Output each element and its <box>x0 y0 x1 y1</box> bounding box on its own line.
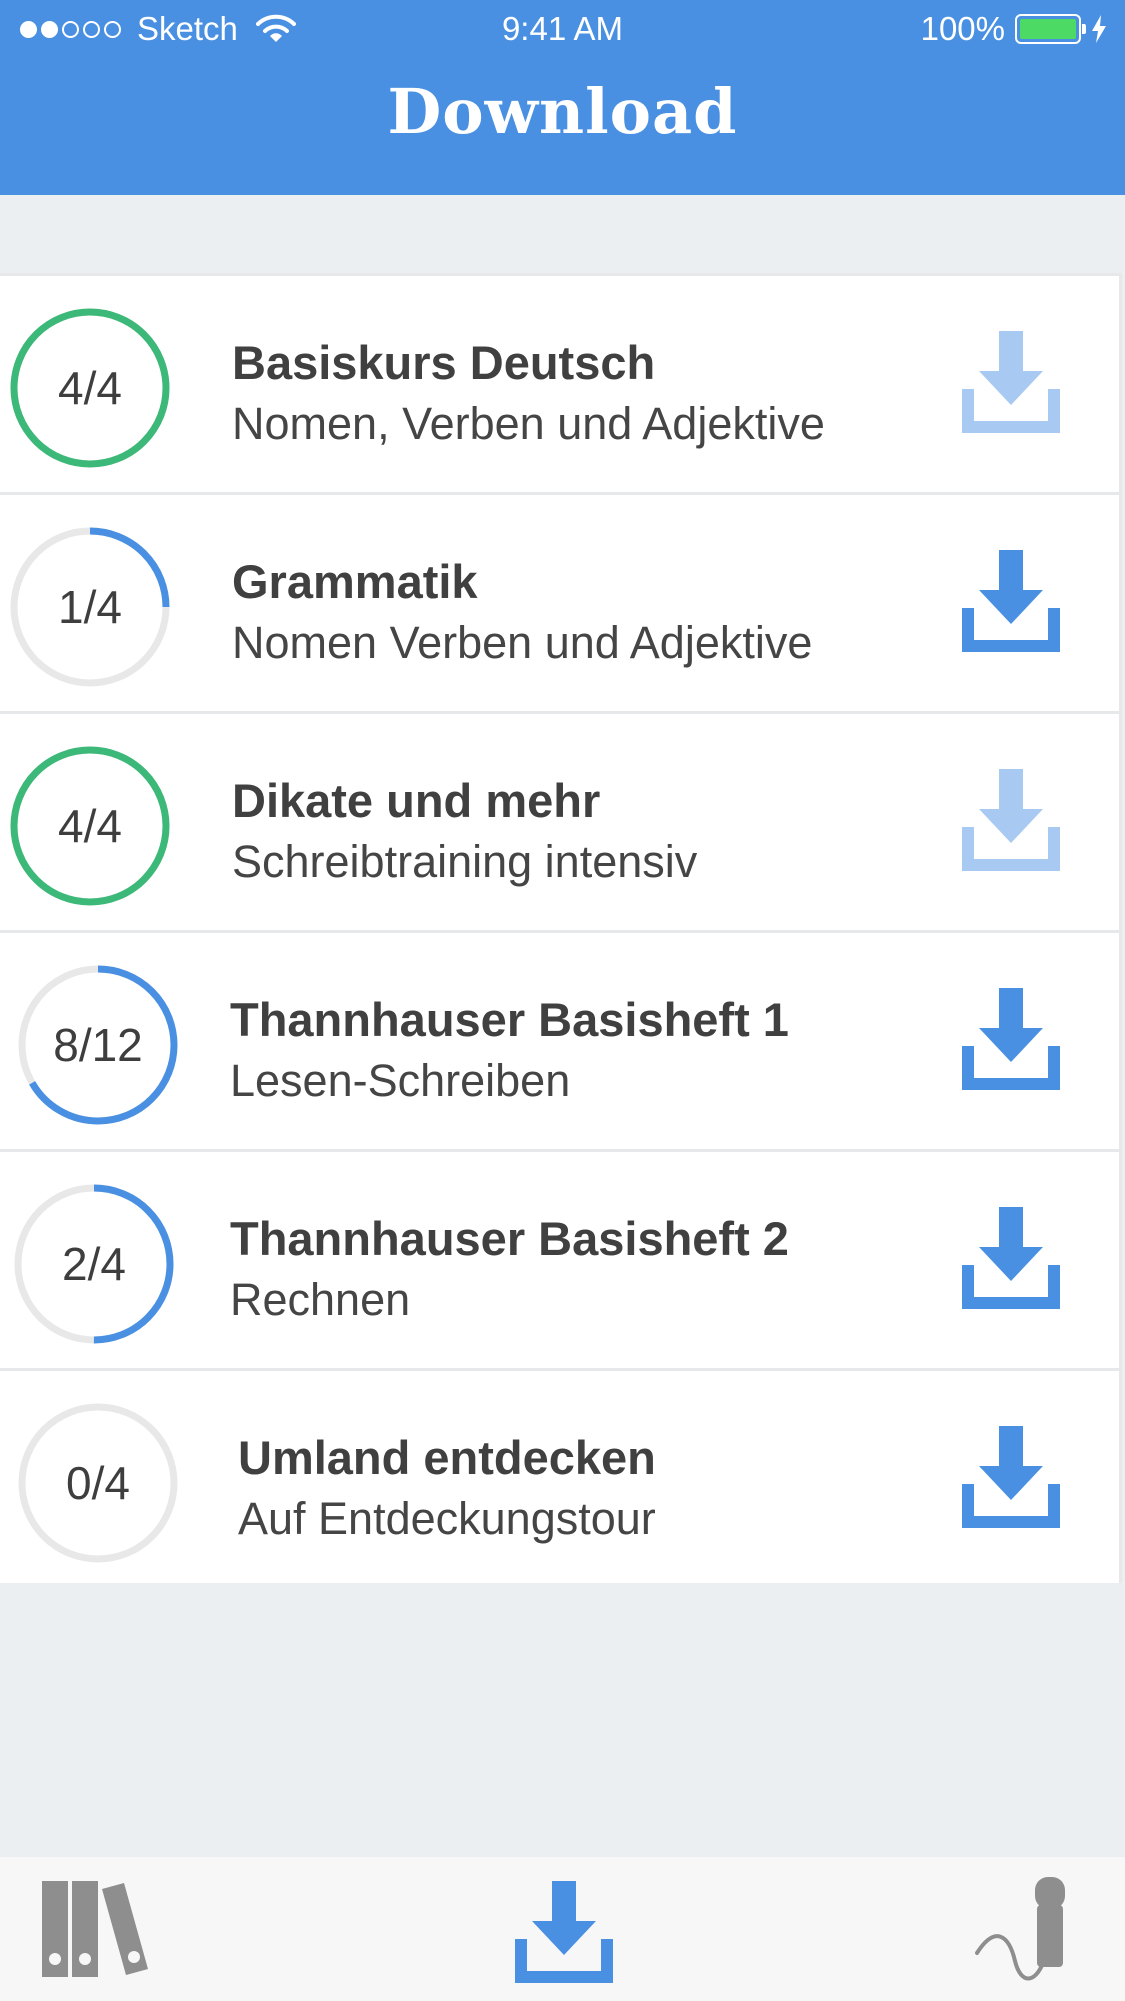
download-tab-icon[interactable] <box>515 1881 613 1983</box>
download-icon[interactable] <box>962 331 1060 433</box>
course-title: Thannhauser Basisheft 1 <box>230 993 789 1046</box>
course-list: 4/4 Basiskurs Deutsch Nomen, Verben und Ad… <box>0 273 1122 1583</box>
battery-percent: 100% <box>920 10 1005 47</box>
battery-icon <box>1015 14 1086 44</box>
course-title: Grammatik <box>232 555 478 608</box>
course-row[interactable]: 4/4 Dikate und mehr Schreibtraining intens… <box>0 711 1122 930</box>
course-row[interactable]: 4/4 Basiskurs Deutsch Nomen, Verben und Ad… <box>0 273 1122 492</box>
progress-label: 0/4 <box>66 1457 130 1509</box>
page-title: Download <box>387 75 738 148</box>
course-subtitle: Nomen, Verben und Adjektive <box>232 398 825 449</box>
microphone-icon[interactable] <box>975 1875 1075 1987</box>
course-row[interactable]: 0/4 Umland entdecken Auf Entdeckungstour <box>0 1368 1122 1583</box>
download-icon[interactable] <box>962 988 1060 1090</box>
progress-ring: 8/12 <box>16 963 180 1127</box>
download-icon[interactable] <box>962 1426 1060 1528</box>
download-icon[interactable] <box>962 1207 1060 1309</box>
course-row[interactable]: 8/12 Thannhauser Basisheft 1 Lesen-Schreib… <box>0 930 1122 1149</box>
progress-label: 4/4 <box>58 800 122 852</box>
progress-ring: 2/4 <box>12 1182 176 1346</box>
course-subtitle: Nomen Verben und Adjektive <box>232 617 813 668</box>
course-text: Dikate und mehr Schreibtraining intensiv <box>232 770 697 892</box>
download-icon[interactable] <box>962 550 1060 652</box>
course-row[interactable]: 1/4 Grammatik Nomen Verben und Adjektive <box>0 492 1122 711</box>
progress-ring: 0/4 <box>16 1401 180 1565</box>
course-text: Basiskurs Deutsch Nomen, Verben und Adjek… <box>232 332 825 454</box>
progress-label: 8/12 <box>53 1019 143 1071</box>
status-right: 100% <box>921 10 1107 48</box>
course-text: Thannhauser Basisheft 2 Rechnen <box>230 1208 789 1330</box>
course-title: Basiskurs Deutsch <box>232 336 656 389</box>
course-title: Thannhauser Basisheft 2 <box>230 1212 789 1265</box>
course-text: Thannhauser Basisheft 1 Lesen-Schreiben <box>230 989 789 1111</box>
course-title: Dikate und mehr <box>232 774 601 827</box>
progress-label: 1/4 <box>58 581 122 633</box>
progress-ring: 4/4 <box>8 744 172 908</box>
course-text: Umland entdecken Auf Entdeckungstour <box>238 1427 656 1549</box>
course-subtitle: Schreibtraining intensiv <box>232 836 698 887</box>
tab-bar <box>0 1857 1125 2001</box>
progress-label: 2/4 <box>62 1238 126 1290</box>
course-subtitle: Rechnen <box>230 1274 411 1325</box>
status-bar: Sketch 9:41 AM 100% <box>0 0 1125 62</box>
course-title: Umland entdecken <box>238 1431 656 1484</box>
download-icon[interactable] <box>962 769 1060 871</box>
charging-bolt-icon <box>1092 15 1106 43</box>
course-subtitle: Lesen-Schreiben <box>230 1055 571 1106</box>
progress-ring: 4/4 <box>8 306 172 470</box>
library-icon[interactable] <box>40 1879 150 1979</box>
course-subtitle: Auf Entdeckungstour <box>238 1493 656 1544</box>
course-text: Grammatik Nomen Verben und Adjektive <box>232 551 812 673</box>
course-row[interactable]: 2/4 Thannhauser Basisheft 2 Rechnen <box>0 1149 1122 1368</box>
progress-ring: 1/4 <box>8 525 172 689</box>
header: Sketch 9:41 AM 100% Download <box>0 0 1125 195</box>
progress-label: 4/4 <box>58 362 122 414</box>
